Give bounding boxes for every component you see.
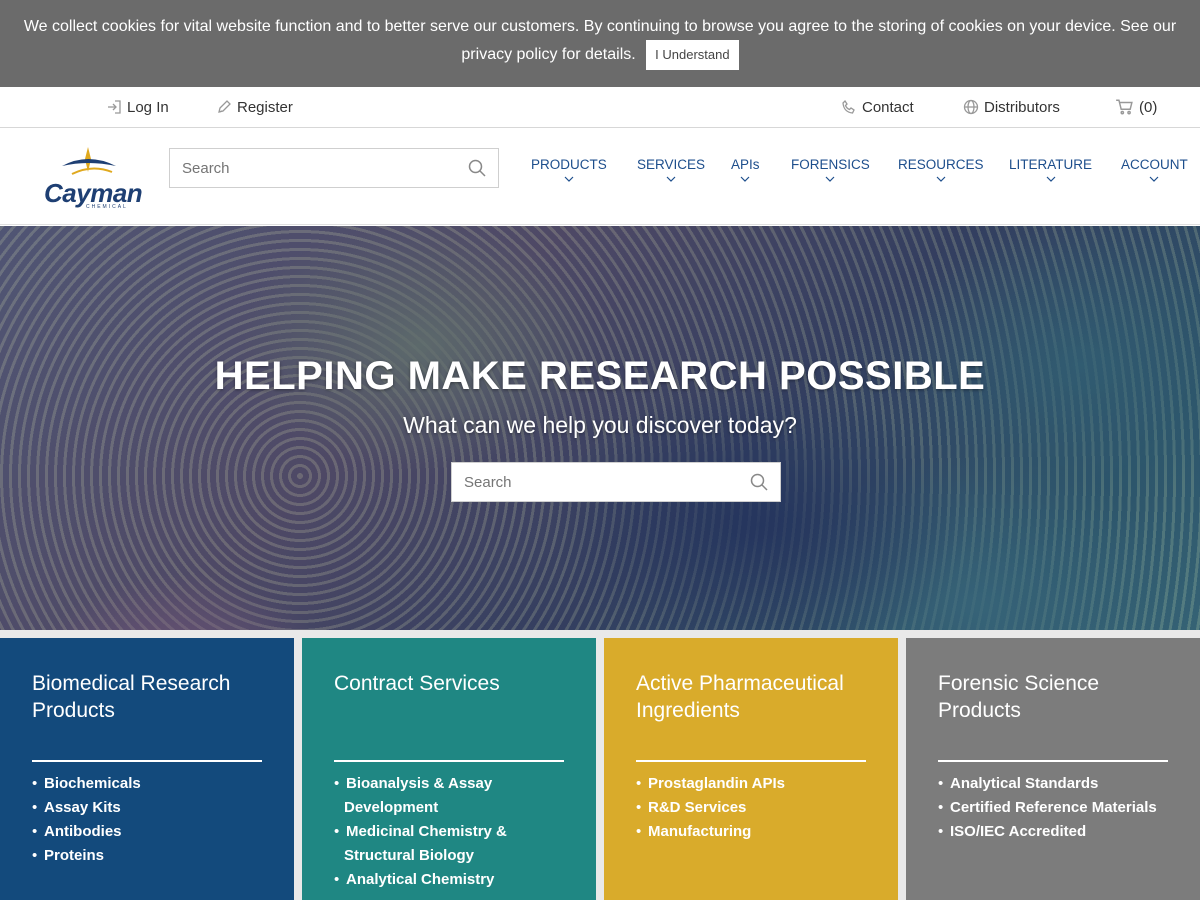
hero-banner: HELPING MAKE RESEARCH POSSIBLE What can … <box>0 226 1200 630</box>
chevron-down-icon <box>740 176 750 182</box>
list-item[interactable]: Medicinal Chemistry & Structural Biology <box>334 820 564 868</box>
tile-title[interactable]: Forensic Science Products <box>938 670 1168 758</box>
header-search <box>169 148 499 188</box>
list-item[interactable]: R&D Services <box>636 796 866 820</box>
login-icon <box>108 100 121 114</box>
nav-account[interactable]: ACCOUNT <box>1121 157 1188 182</box>
tile-list: Prostaglandin APIs R&D Services Manufact… <box>636 772 866 844</box>
nav-forensics-label: FORENSICS <box>791 157 870 172</box>
register-link[interactable]: Register <box>216 87 293 127</box>
nav-account-label: ACCOUNT <box>1121 157 1188 172</box>
site-header: Cayman CHEMICAL PRODUCTS SERVICES APIs F… <box>0 128 1200 225</box>
tile-forensic: Forensic Science Products Analytical Sta… <box>906 638 1200 900</box>
list-item[interactable]: Assay Kits <box>32 796 262 820</box>
login-label: Log In <box>127 98 169 116</box>
login-link[interactable]: Log In <box>106 87 169 127</box>
cayman-logo[interactable]: Cayman CHEMICAL <box>42 144 143 210</box>
phone-icon <box>842 99 855 114</box>
tile-title[interactable]: Active Pharmaceutical Ingredients <box>636 670 866 758</box>
tile-divider <box>938 760 1168 762</box>
tile-divider <box>334 760 564 762</box>
cart-link[interactable]: (0) <box>1114 87 1157 127</box>
list-item[interactable]: ISO/IEC Accredited <box>938 820 1168 844</box>
tile-list: Biochemicals Assay Kits Antibodies Prote… <box>32 772 262 868</box>
chevron-down-icon <box>564 176 574 182</box>
list-item[interactable]: Analytical Chemistry <box>334 868 564 892</box>
list-item[interactable]: Bioanalysis & Assay Development <box>334 772 564 820</box>
list-item[interactable]: Analytical Standards <box>938 772 1168 796</box>
nav-apis[interactable]: APIs <box>731 157 760 182</box>
contact-link[interactable]: Contact <box>841 87 914 127</box>
tile-title[interactable]: Contract Services <box>334 670 564 758</box>
list-item[interactable]: Biochemicals <box>32 772 262 796</box>
nav-products[interactable]: PRODUCTS <box>531 157 607 182</box>
pencil-icon <box>218 100 231 113</box>
cookie-message: We collect cookies for vital website fun… <box>23 18 1177 64</box>
logo-subtitle: CHEMICAL <box>86 204 128 210</box>
hero-subtitle: What can we help you discover today? <box>403 412 797 438</box>
tile-biomedical: Biomedical Research Products Biochemical… <box>0 638 294 900</box>
chevron-down-icon <box>936 176 946 182</box>
register-label: Register <box>237 98 293 116</box>
list-item[interactable]: Prostaglandin APIs <box>636 772 866 796</box>
tile-contract-services: Contract Services Bioanalysis & Assay De… <box>302 638 596 900</box>
distributors-label: Distributors <box>984 98 1060 116</box>
utility-bar: Log In Register Contact Distributors (0) <box>0 87 1200 128</box>
tile-divider <box>32 760 262 762</box>
tile-title[interactable]: Biomedical Research Products <box>32 670 262 758</box>
list-item[interactable]: Certified Reference Materials <box>938 796 1168 820</box>
chevron-down-icon <box>1046 176 1055 182</box>
chevron-down-icon <box>825 176 835 182</box>
tile-list: Analytical Standards Certified Reference… <box>938 772 1168 844</box>
nav-services[interactable]: SERVICES <box>637 157 705 182</box>
nav-apis-label: APIs <box>731 157 760 172</box>
chevron-down-icon <box>1149 176 1159 182</box>
list-item[interactable]: Manufacturing <box>636 820 866 844</box>
nav-literature-label: LITERATURE <box>1009 157 1093 172</box>
cookie-banner: We collect cookies for vital website fun… <box>0 0 1200 87</box>
chevron-down-icon <box>666 176 676 182</box>
globe-icon <box>963 99 979 115</box>
contact-label: Contact <box>862 98 914 116</box>
hero-title: HELPING MAKE RESEARCH POSSIBLE <box>214 354 986 398</box>
cart-icon <box>1116 99 1133 115</box>
nav-literature[interactable]: LITERATURE <box>1009 157 1092 182</box>
list-item[interactable]: Antibodies <box>32 820 262 844</box>
nav-forensics[interactable]: FORENSICS <box>791 157 870 182</box>
header-search-input[interactable] <box>170 149 468 187</box>
nav-resources-label: RESOURCES <box>898 157 984 172</box>
list-item[interactable]: Proteins <box>32 844 262 868</box>
hero-search-input[interactable] <box>452 463 750 501</box>
cart-count: (0) <box>1139 98 1158 116</box>
search-icon[interactable] <box>468 159 486 177</box>
nav-products-label: PRODUCTS <box>531 157 607 172</box>
nav-resources[interactable]: RESOURCES <box>898 157 984 182</box>
search-icon[interactable] <box>750 473 768 491</box>
tile-list: Bioanalysis & Assay Development Medicina… <box>334 772 564 892</box>
nav-services-label: SERVICES <box>637 157 706 172</box>
distributors-link[interactable]: Distributors <box>963 87 1060 127</box>
hero-search <box>451 462 781 502</box>
cookie-accept-button[interactable]: I Understand <box>646 40 739 70</box>
tile-divider <box>636 760 866 762</box>
tile-apis: Active Pharmaceutical Ingredients Prosta… <box>604 638 898 900</box>
